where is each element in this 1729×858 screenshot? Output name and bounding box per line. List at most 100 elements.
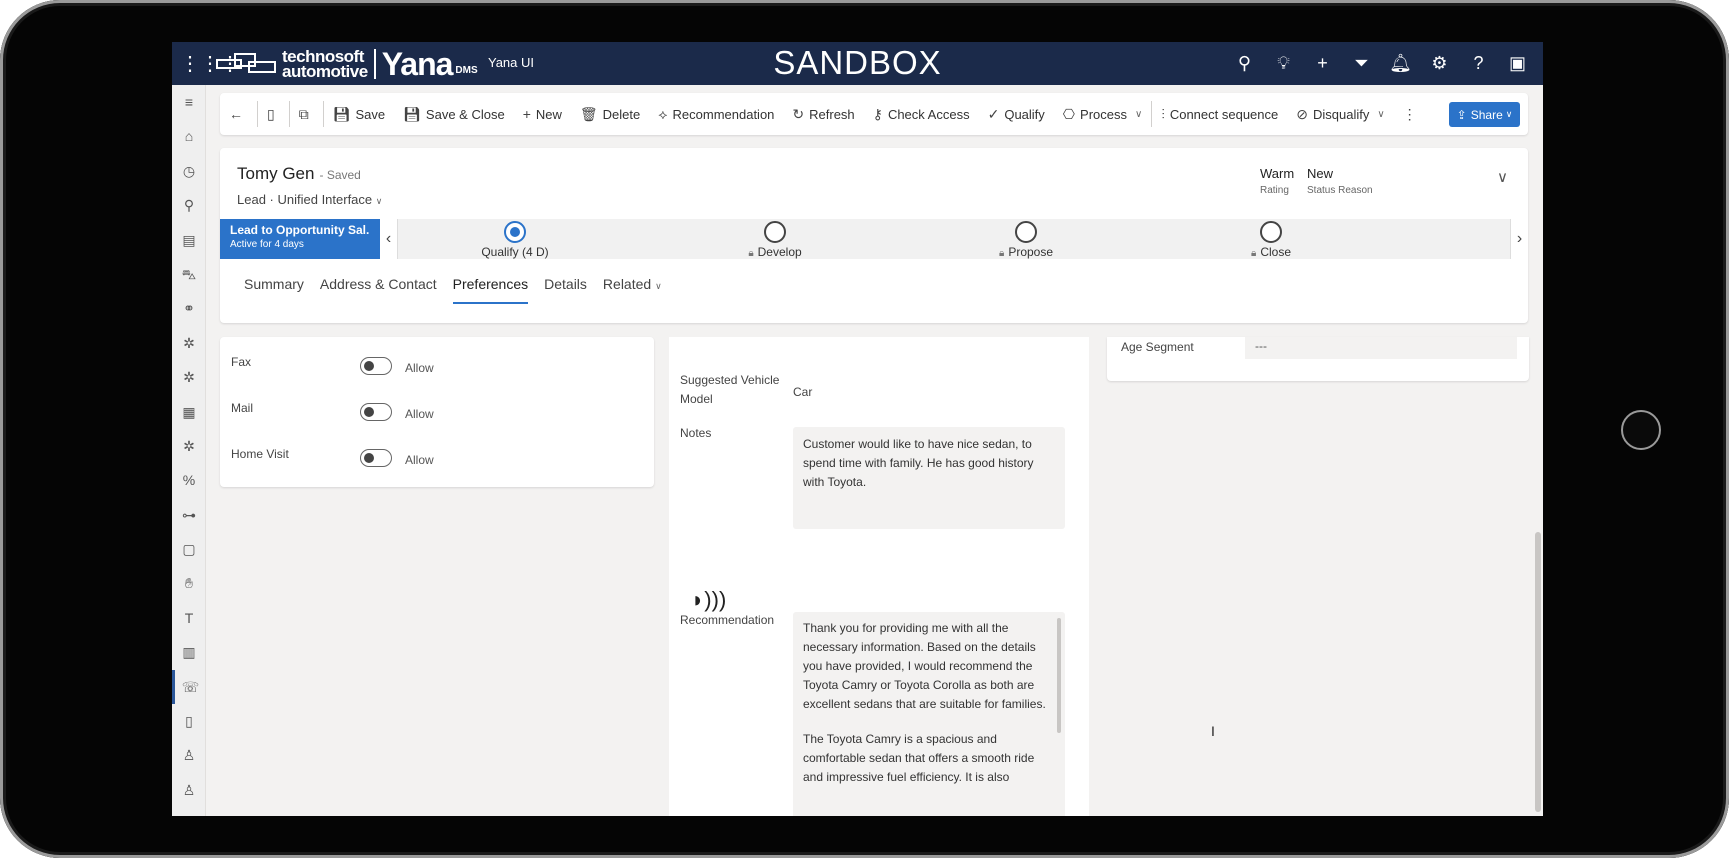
age-segment-label: Age Segment	[1121, 340, 1194, 354]
header-expand-chevron-icon[interactable]: ∨	[1497, 168, 1508, 186]
tab-details[interactable]: Details	[536, 264, 595, 308]
notebook-icon[interactable]: ▤	[172, 223, 206, 257]
recent-icon[interactable]: ◷	[172, 154, 206, 188]
suggested-vehicle-value[interactable]: Car	[793, 385, 812, 399]
save-close-button[interactable]: 💾︎ Save & Close	[394, 93, 514, 135]
hand-icon[interactable]: ✋︎	[172, 566, 206, 600]
process-button[interactable]: ⎔ Process ∨	[1054, 93, 1152, 135]
gear-settings-icon[interactable]: ✲	[172, 326, 206, 360]
disqualify-button[interactable]: ⊘ Disqualify ∨	[1287, 93, 1393, 135]
home-visit-toggle-text: Allow	[405, 453, 434, 467]
contact-preferences-section: Fax Allow Mail Allow Home Visit Allow	[220, 337, 654, 487]
save-button[interactable]: 💾︎ Save	[324, 93, 394, 135]
stage-qualify[interactable]: Qualify (4 D)	[455, 219, 575, 259]
refresh-icon: ↻	[792, 105, 805, 122]
person-icon[interactable]: ♙	[172, 738, 206, 772]
new-button[interactable]: + New	[514, 93, 571, 135]
stage-develop[interactable]: 🔒︎ Develop	[715, 219, 835, 259]
chevron-down-icon: ∨	[375, 196, 383, 206]
network-icon[interactable]: ⚭	[172, 291, 206, 325]
tab-related[interactable]: Related ∨	[595, 264, 670, 308]
age-segment-field[interactable]: ---	[1245, 337, 1517, 359]
record-header: Tomy Gen - Saved Lead · Unified Interface…	[220, 148, 1528, 323]
disqualify-icon: ⊘	[1296, 105, 1308, 122]
left-navigation: ≡ ⌂ ◷ ⚲ ▤ ⛍ ⚭ ✲ ✲ ▦ ✲ % ⊶ ▢ ✋︎ T ▥ ☏ ▯ ♙…	[172, 85, 206, 816]
tab-summary[interactable]: Summary	[236, 264, 312, 308]
more-commands-button[interactable]: ⋮	[1394, 93, 1431, 135]
person-search-icon[interactable]: ♙	[172, 773, 206, 807]
segment-section: Age Segment ---	[1107, 337, 1529, 381]
qualify-icon: ✓	[987, 105, 1000, 122]
form-view-button[interactable]: ▯	[258, 93, 289, 135]
share-icon: ⇪	[1456, 107, 1467, 122]
tab-preferences[interactable]: Preferences	[445, 264, 536, 308]
refresh-button[interactable]: ↻ Refresh	[783, 93, 863, 135]
phone-icon[interactable]: ☏	[172, 669, 206, 705]
help-icon[interactable]: ?	[1459, 50, 1498, 76]
suggested-vehicle-label: Suggested Vehicle Model	[680, 373, 780, 406]
pref-label-fax: Fax	[231, 355, 252, 369]
document-icon[interactable]: ▢	[172, 532, 206, 566]
pref-label-mail: Mail	[231, 401, 254, 415]
tab-address-contact[interactable]: Address & Contact	[312, 264, 445, 308]
home-visit-toggle[interactable]	[360, 449, 392, 467]
filter-icon[interactable]: ⏷	[1342, 50, 1381, 76]
chevron-right-icon[interactable]: ›	[1510, 219, 1528, 259]
speech-icon[interactable]: ◗)))	[691, 587, 726, 613]
form-icon: ▯	[267, 105, 275, 122]
search-icon[interactable]: ⚲	[1225, 50, 1264, 76]
fax-toggle-text: Allow	[405, 361, 434, 375]
book-icon[interactable]: ▯	[172, 704, 206, 738]
back-button[interactable]: ←	[220, 93, 257, 135]
notes-label: Notes	[680, 426, 712, 440]
delete-button[interactable]: 🗑︎ Delete	[571, 93, 649, 135]
stage-close[interactable]: 🔒︎ Close	[1211, 219, 1331, 259]
toggle-icon[interactable]: ⊶	[172, 498, 206, 532]
back-arrow-icon: ←	[229, 106, 243, 122]
save-status: - Saved	[319, 168, 361, 182]
gear-settings-icon[interactable]: ✲	[172, 360, 206, 394]
lock-icon: 🔒︎	[748, 248, 754, 259]
share-button[interactable]: ⇪ Share ∨	[1449, 102, 1520, 127]
save-close-icon: 💾︎	[403, 105, 421, 122]
fax-toggle[interactable]	[360, 357, 392, 375]
chat-icon[interactable]: ▣	[1498, 50, 1537, 76]
tablet-home-button[interactable]	[1621, 410, 1661, 450]
recommendation-field[interactable]: Thank you for providing me with all the …	[793, 612, 1065, 816]
gear-icon[interactable]: ⚙	[1420, 50, 1459, 76]
lightbulb-icon[interactable]: 💡︎	[1264, 50, 1303, 76]
page-scrollbar[interactable]	[1535, 532, 1541, 812]
check-access-button[interactable]: ⚷ Check Access	[864, 93, 979, 135]
clipboard-icon[interactable]: ▥	[172, 635, 206, 669]
process-icon: ⎔	[1062, 105, 1076, 122]
gear-settings-icon[interactable]: ✲	[172, 429, 206, 463]
trash-icon: 🗑︎	[579, 105, 598, 122]
stage-propose[interactable]: 🔒︎ Propose	[966, 219, 1086, 259]
business-process-flow: Lead to Opportunity Sal... Active for 4 …	[220, 219, 1528, 259]
bell-icon[interactable]: 🔔︎	[1381, 50, 1420, 76]
form-selector[interactable]: Unified Interface	[277, 192, 372, 207]
presentation-icon[interactable]: ▦	[172, 395, 206, 429]
qualify-button[interactable]: ✓ Qualify	[979, 93, 1054, 135]
stage-circle-icon	[1260, 221, 1282, 243]
connect-sequence-button[interactable]: ⫶ Connect sequence	[1152, 93, 1287, 135]
notes-field[interactable]: Customer would like to have nice sedan, …	[793, 427, 1065, 529]
text-icon[interactable]: T	[172, 601, 206, 635]
stage-circle-icon	[764, 221, 786, 243]
recommendation-button[interactable]: ⟡ Recommendation	[649, 93, 783, 135]
active-process-stage[interactable]: Lead to Opportunity Sal... Active for 4 …	[220, 219, 380, 259]
recommendation-scrollbar[interactable]	[1057, 618, 1061, 733]
stage-circle-icon	[1015, 221, 1037, 243]
recommendation-icon: ⟡	[658, 105, 668, 122]
home-icon[interactable]: ⌂	[172, 119, 206, 153]
chevron-left-icon[interactable]: ‹	[380, 219, 398, 259]
car-icon[interactable]: ⛍	[172, 257, 206, 291]
mail-toggle[interactable]	[360, 403, 392, 421]
chevron-down-icon: ∨	[655, 281, 662, 291]
pin-icon[interactable]: ⚲	[172, 188, 206, 222]
percent-icon[interactable]: %	[172, 463, 206, 497]
open-new-window-button[interactable]: ⧉	[290, 93, 323, 135]
plus-icon[interactable]: +	[1303, 50, 1342, 76]
hamburger-icon[interactable]: ≡	[172, 85, 206, 119]
mail-toggle-text: Allow	[405, 407, 434, 421]
